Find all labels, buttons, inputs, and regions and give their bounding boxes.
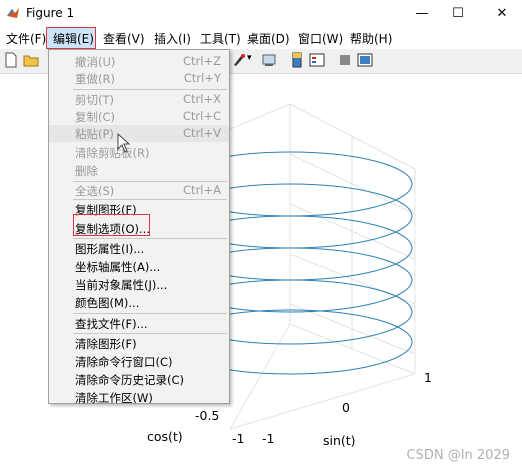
matlab-logo-icon — [7, 8, 19, 18]
x-axis-label: cos(t) — [147, 429, 183, 444]
show-plot-tools-icon[interactable] — [357, 52, 373, 68]
window-titlebar: Figure 1 — ☐ ✕ — [0, 0, 522, 27]
brush-dropdown-icon[interactable]: ▾ — [247, 53, 252, 63]
watermark: CSDN @In 2029 — [406, 448, 511, 463]
menu-tools[interactable]: 工具(T) — [200, 30, 241, 47]
close-button[interactable]: ✕ — [482, 0, 522, 27]
menu-item-copy[interactable]: 复制(C) Ctrl+C — [49, 108, 229, 125]
y-axis-label: sin(t) — [323, 433, 356, 448]
open-folder-icon[interactable] — [23, 52, 39, 68]
menubar: 文件(F) 编辑(E) 查看(V) 插入(I) 工具(T) 桌面(D) 窗口(W… — [0, 27, 522, 49]
menu-item-colormap[interactable]: 颜色图(M)... — [49, 294, 229, 311]
menu-window[interactable]: 窗口(W) — [298, 30, 343, 47]
menu-item-clear-command-window[interactable]: 清除命令行窗口(C) — [49, 353, 229, 370]
menu-view[interactable]: 查看(V) — [103, 30, 145, 47]
mouse-cursor-icon — [117, 133, 131, 153]
menu-item-paste[interactable]: 粘贴(P) Ctrl+V — [49, 125, 229, 142]
menu-desktop[interactable]: 桌面(D) — [247, 30, 290, 47]
maximize-button[interactable]: ☐ — [438, 0, 478, 27]
annotation-highlight-box — [73, 214, 150, 236]
minimize-button[interactable]: — — [402, 0, 442, 27]
menu-item-current-object-properties[interactable]: 当前对象属性(J)... — [49, 276, 229, 293]
menu-item-clear-workspace[interactable]: 清除工作区(W) — [49, 389, 229, 406]
menu-insert[interactable]: 插入(I) — [154, 30, 191, 47]
menu-separator — [73, 333, 227, 334]
menu-item-clear-clipboard[interactable]: 清除剪贴板(R) — [49, 144, 229, 161]
y-tick-neg-one: -1 — [262, 431, 275, 446]
menu-file[interactable]: 文件(F) — [6, 30, 46, 47]
menu-edit[interactable]: 编辑(E) — [53, 30, 94, 47]
colorbar-icon[interactable] — [289, 52, 305, 68]
menu-item-cut[interactable]: 剪切(T) Ctrl+X — [49, 91, 229, 108]
menu-help[interactable]: 帮助(H) — [350, 30, 392, 47]
menu-separator — [73, 238, 227, 239]
y-tick-zero: 0 — [342, 400, 350, 415]
legend-icon[interactable] — [309, 52, 325, 68]
menu-item-clear-command-history[interactable]: 清除命令历史记录(C) — [49, 371, 229, 388]
menu-item-clear-figure[interactable]: 清除图形(F) — [49, 335, 229, 352]
hide-plot-tools-icon[interactable] — [337, 52, 353, 68]
menu-item-axes-properties[interactable]: 坐标轴属性(A)... — [49, 258, 229, 275]
menu-item-delete[interactable]: 删除 — [49, 162, 229, 179]
menu-item-figure-properties[interactable]: 图形属性(I)... — [49, 240, 229, 257]
brush-icon[interactable] — [231, 52, 247, 68]
menu-separator — [73, 199, 227, 200]
menu-item-redo[interactable]: 重做(R) Ctrl+Y — [49, 70, 229, 87]
x-tick-neg-half: -0.5 — [195, 408, 220, 423]
menu-separator — [73, 89, 227, 90]
menu-item-find-files[interactable]: 查找文件(F)... — [49, 315, 229, 332]
new-figure-icon[interactable] — [3, 52, 19, 68]
menu-item-undo[interactable]: 撤消(U) Ctrl+Z — [49, 53, 229, 70]
x-tick-neg-one: -1 — [232, 431, 245, 446]
link-plot-icon[interactable] — [261, 52, 277, 68]
window-title: Figure 1 — [26, 6, 75, 20]
y-tick-one: 1 — [424, 370, 432, 385]
menu-item-select-all[interactable]: 全选(S) Ctrl+A — [49, 182, 229, 199]
menu-separator — [73, 313, 227, 314]
